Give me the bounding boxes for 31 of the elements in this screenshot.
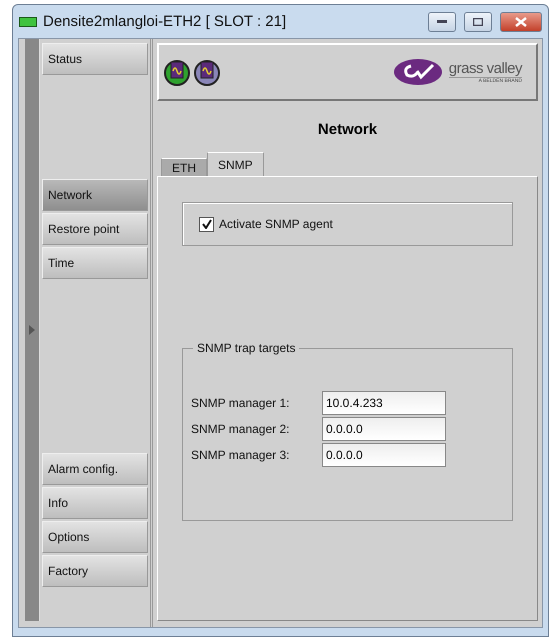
checkbox[interactable]: [199, 216, 214, 232]
collapse-strip[interactable]: [25, 39, 40, 621]
maximize-icon: [473, 18, 483, 26]
input-field[interactable]: 10.0.4.233: [322, 391, 446, 415]
card-icon: [19, 16, 37, 26]
checkbox-label: Activate SNMP agent: [219, 217, 333, 231]
window-title: Densite2mlangloi-ETH2 [ SLOT : 21]: [43, 13, 288, 30]
sidebar-item[interactable]: Status: [42, 43, 148, 75]
minimize-button[interactable]: [428, 12, 456, 32]
sidebar-item[interactable]: Factory: [42, 555, 148, 587]
sidebar-item[interactable]: Time: [42, 247, 148, 279]
page-title: Network: [316, 121, 378, 138]
field-label: SNMP manager 1:: [191, 396, 290, 410]
close-icon: [515, 16, 527, 26]
logo-text: grass valley: [448, 60, 522, 77]
minimize-icon: [437, 20, 447, 24]
sidebar-item[interactable]: Network: [42, 179, 148, 211]
sidebar-item[interactable]: Alarm config.: [42, 453, 148, 485]
tab[interactable]: ETH: [161, 158, 207, 176]
field-label: SNMP manager 2:: [191, 422, 290, 436]
sidebar-item[interactable]: Info: [42, 487, 148, 519]
input-field[interactable]: 0.0.0.0: [322, 443, 446, 467]
maximize-button[interactable]: [464, 12, 492, 32]
close-button[interactable]: [500, 12, 542, 32]
sidebar-item[interactable]: Restore point: [42, 213, 148, 245]
tab[interactable]: SNMP: [207, 152, 264, 176]
logo-icon: [392, 57, 443, 87]
sidebar-item[interactable]: Options: [42, 521, 148, 553]
input-field[interactable]: 0.0.0.0: [322, 417, 446, 441]
group-title: SNMP trap targets: [196, 341, 296, 355]
field-label: SNMP manager 3:: [191, 448, 290, 462]
